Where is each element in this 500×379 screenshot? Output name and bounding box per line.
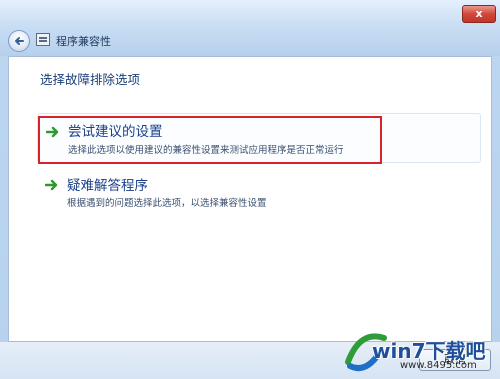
option-try-recommended-settings[interactable]: 尝试建议的设置 选择此选项以使用建议的兼容性设置来测试应用程序是否正常运行 bbox=[37, 113, 481, 163]
back-arrow-icon bbox=[15, 37, 24, 45]
page-heading: 选择故障排除选项 bbox=[40, 72, 141, 87]
option-troubleshoot-program[interactable]: 疑难解答程序 根据遇到的问题选择此选项，以选择兼容性设置 bbox=[37, 172, 481, 214]
option-description: 根据遇到的问题选择此选项，以选择兼容性设置 bbox=[67, 198, 267, 209]
option-title: 尝试建议的设置 bbox=[68, 124, 163, 140]
program-compatibility-window: x 程序兼容性 选择故障排除选项 尝试建议的设置 选择此选项以使用建议的兼容性设… bbox=[0, 0, 500, 379]
green-arrow-icon bbox=[45, 179, 58, 191]
watermark-url: www.8495.com bbox=[400, 360, 477, 371]
content-pane: 选择故障排除选项 尝试建议的设置 选择此选项以使用建议的兼容性设置来测试应用程序… bbox=[8, 56, 492, 342]
back-button[interactable] bbox=[8, 30, 30, 52]
close-button[interactable]: x bbox=[462, 5, 496, 23]
close-icon: x bbox=[475, 7, 483, 20]
window-title: 程序兼容性 bbox=[56, 35, 111, 48]
option-description: 选择此选项以使用建议的兼容性设置来测试应用程序是否正常运行 bbox=[68, 145, 344, 156]
option-title: 疑难解答程序 bbox=[67, 178, 148, 194]
green-arrow-icon bbox=[46, 126, 59, 138]
program-compat-icon bbox=[36, 33, 50, 46]
